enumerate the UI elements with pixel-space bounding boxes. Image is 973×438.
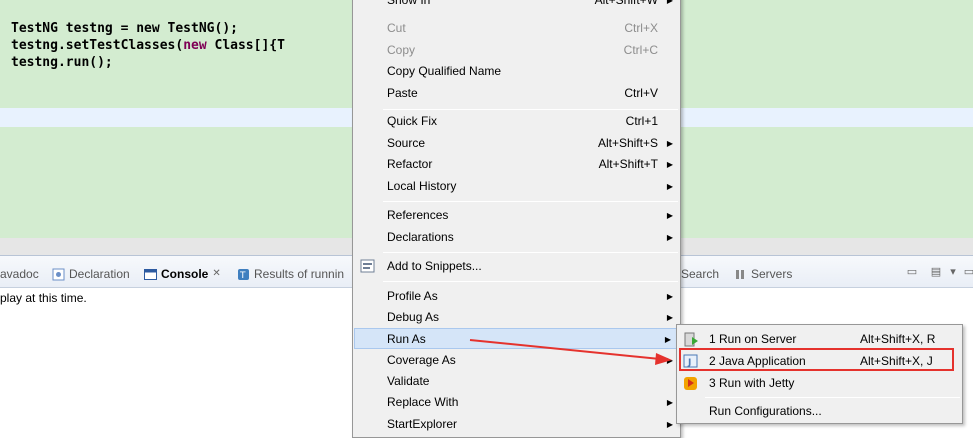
submenu-arrow-icon: ▶ xyxy=(666,160,673,169)
submenu-arrow-icon: ▶ xyxy=(666,313,673,322)
submenu-arrow-icon: ▶ xyxy=(666,0,673,5)
menu-item-coverage-as[interactable]: Coverage As ▶ xyxy=(353,350,680,371)
console-icon xyxy=(144,268,157,280)
annotation-highlight-box xyxy=(679,348,954,371)
menu-item-show-in[interactable]: Show In Alt+Shift+W ▶ xyxy=(353,0,680,11)
menu-item-quick-fix[interactable]: Quick Fix Ctrl+1 xyxy=(353,111,680,132)
servers-icon xyxy=(736,269,744,279)
submenu-arrow-icon: ▶ xyxy=(666,398,673,407)
code-line-2: testng.setTestClasses(new Class[]{T xyxy=(11,38,285,53)
tab-label-console: Console xyxy=(161,267,209,281)
submenu-arrow-icon: ▶ xyxy=(666,292,673,301)
code-line-3: testng.run(); xyxy=(11,55,113,70)
menu-item-replace-with[interactable]: Replace With ▶ xyxy=(353,392,680,413)
display-console-icon[interactable]: ▤ xyxy=(929,265,943,279)
menu-separator xyxy=(383,109,678,110)
console-message: play at this time. xyxy=(0,291,87,305)
tab-label-javadoc: avadoc xyxy=(0,267,39,281)
declaration-icon xyxy=(52,268,65,280)
submenu-arrow-icon: ▶ xyxy=(664,335,671,344)
submenu-arrow-icon: ▶ xyxy=(666,139,673,148)
tab-console[interactable]: Console ✕ xyxy=(144,266,221,282)
tab-label-declaration: Declaration xyxy=(69,267,130,281)
close-icon[interactable]: ✕ xyxy=(212,266,220,282)
menu-item-declarations[interactable]: Declarations ▶ xyxy=(353,227,680,248)
submenu-arrow-icon: ▶ xyxy=(666,233,673,242)
menu-item-refactor[interactable]: Refactor Alt+Shift+T ▶ xyxy=(353,154,680,175)
menu-item-copy-qualified-name[interactable]: Copy Qualified Name xyxy=(353,61,680,82)
code-text: TestNG testng = new TestNG(); testng.set… xyxy=(11,20,285,71)
menu-item-run-as[interactable]: Run As ▶ xyxy=(354,328,679,349)
menu-item-startexplorer[interactable]: StartExplorer ▶ xyxy=(353,414,680,435)
pin-view-icon[interactable]: ▭ xyxy=(905,265,919,279)
tab-testng-results[interactable]: T Results of runnin xyxy=(237,266,344,282)
submenu-item-run-configurations[interactable]: Run Configurations... xyxy=(677,400,962,422)
menu-item-paste[interactable]: Paste Ctrl+V xyxy=(353,83,680,104)
submenu-item-run-on-server[interactable]: 1 Run on Server Alt+Shift+X, R xyxy=(677,328,962,350)
submenu-item-run-with-jetty[interactable]: 3 Run with Jetty xyxy=(677,372,962,394)
menu-item-source[interactable]: Source Alt+Shift+S ▶ xyxy=(353,133,680,154)
run-on-server-icon xyxy=(684,332,698,347)
jetty-icon xyxy=(684,377,697,390)
menu-item-validate[interactable]: Validate xyxy=(353,371,680,392)
menu-item-debug-as[interactable]: Debug As ▶ xyxy=(353,307,680,328)
tab-javadoc[interactable]: avadoc xyxy=(0,266,39,282)
menu-item-add-to-snippets[interactable]: Add to Snippets... xyxy=(353,256,680,277)
menu-separator xyxy=(705,397,960,398)
menu-item-references[interactable]: References ▶ xyxy=(353,205,680,226)
menu-item-cut[interactable]: Cut Ctrl+X xyxy=(353,18,680,39)
chevron-down-icon[interactable]: ▾ xyxy=(946,265,960,279)
tab-servers[interactable]: Servers xyxy=(734,266,792,282)
context-menu: Show In Alt+Shift+W ▶ Cut Ctrl+X Copy Ctrl+C… xyxy=(352,0,681,438)
submenu-arrow-icon: ▶ xyxy=(666,182,673,191)
tab-declaration[interactable]: Declaration xyxy=(52,266,130,282)
submenu-arrow-icon: ▶ xyxy=(666,211,673,220)
minimize-icon[interactable]: ▭ xyxy=(962,265,973,279)
menu-item-profile-as[interactable]: Profile As ▶ xyxy=(353,286,680,307)
code-line-1: TestNG testng = new TestNG(); xyxy=(11,21,238,36)
menu-item-local-history[interactable]: Local History ▶ xyxy=(353,176,680,197)
tab-label-servers: Servers xyxy=(751,267,793,281)
run-as-submenu: 1 Run on Server Alt+Shift+X, R J 2 Java A… xyxy=(676,324,963,424)
tab-label-search: Search xyxy=(681,267,720,281)
svg-text:T: T xyxy=(239,271,246,281)
snippets-icon xyxy=(360,259,375,273)
menu-item-copy[interactable]: Copy Ctrl+C xyxy=(353,40,680,61)
submenu-arrow-icon: ▶ xyxy=(666,356,673,365)
menu-separator xyxy=(383,281,678,282)
testng-results-icon: T xyxy=(238,268,249,281)
tab-search[interactable]: Search xyxy=(681,266,719,282)
submenu-arrow-icon: ▶ xyxy=(666,420,673,429)
tab-label-testng-results: Results of runnin xyxy=(254,267,345,281)
menu-separator xyxy=(383,252,678,253)
menu-separator xyxy=(383,201,678,202)
